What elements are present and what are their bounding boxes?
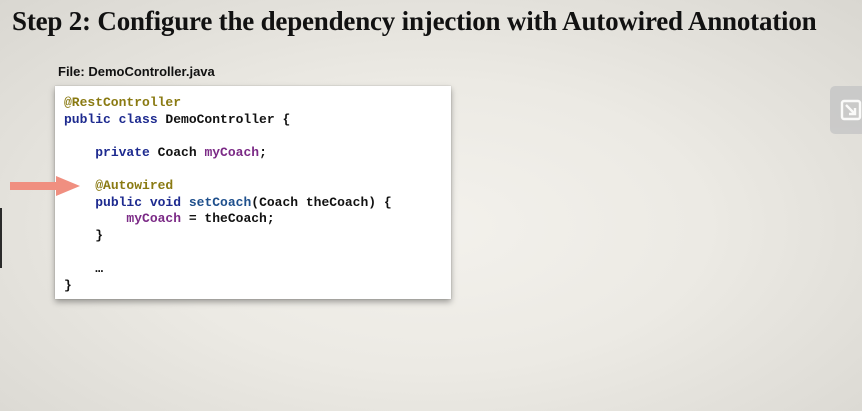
code-token: public class — [64, 111, 166, 127]
code-token: setCoach — [188, 194, 252, 210]
code-line: private Coach myCoach; — [64, 145, 392, 162]
code-token: Coach — [157, 144, 205, 160]
edge-divider — [0, 208, 2, 268]
code-token: (Coach theCoach) { — [251, 194, 392, 210]
code-token: } — [64, 277, 72, 293]
code-token: … — [64, 260, 104, 276]
code-token: = theCoach; — [181, 211, 275, 227]
code-line: myCoach = theCoach; — [64, 211, 392, 228]
code-line: } — [64, 228, 392, 245]
code-line: } — [64, 278, 392, 295]
code-token: private — [95, 144, 158, 160]
code-token: ; — [259, 144, 267, 160]
code-token: @Autowired — [95, 177, 174, 193]
code-token: } — [64, 227, 104, 243]
code-token: myCoach — [126, 211, 182, 227]
file-name-label: File: DemoController.java — [58, 64, 215, 79]
code-block: @RestController public class DemoControll… — [64, 95, 392, 294]
code-line: … — [64, 261, 392, 278]
collapse-panel-button[interactable] — [830, 86, 862, 134]
slide-title: Step 2: Configure the dependency injecti… — [12, 6, 817, 36]
code-token: public void — [95, 194, 189, 210]
collapse-arrow-icon — [840, 99, 862, 121]
code-line: public void setCoach(Coach theCoach) { — [64, 194, 392, 212]
code-token: DemoController { — [165, 111, 291, 127]
code-line: @RestController — [64, 95, 392, 112]
code-token: @RestController — [64, 95, 182, 110]
code-panel: @RestController public class DemoControll… — [55, 86, 451, 299]
code-line: public class DemoController { — [64, 112, 392, 129]
code-token: myCoach — [204, 144, 260, 160]
code-line: @Autowired — [64, 178, 392, 195]
right-arrow-icon — [10, 176, 80, 196]
